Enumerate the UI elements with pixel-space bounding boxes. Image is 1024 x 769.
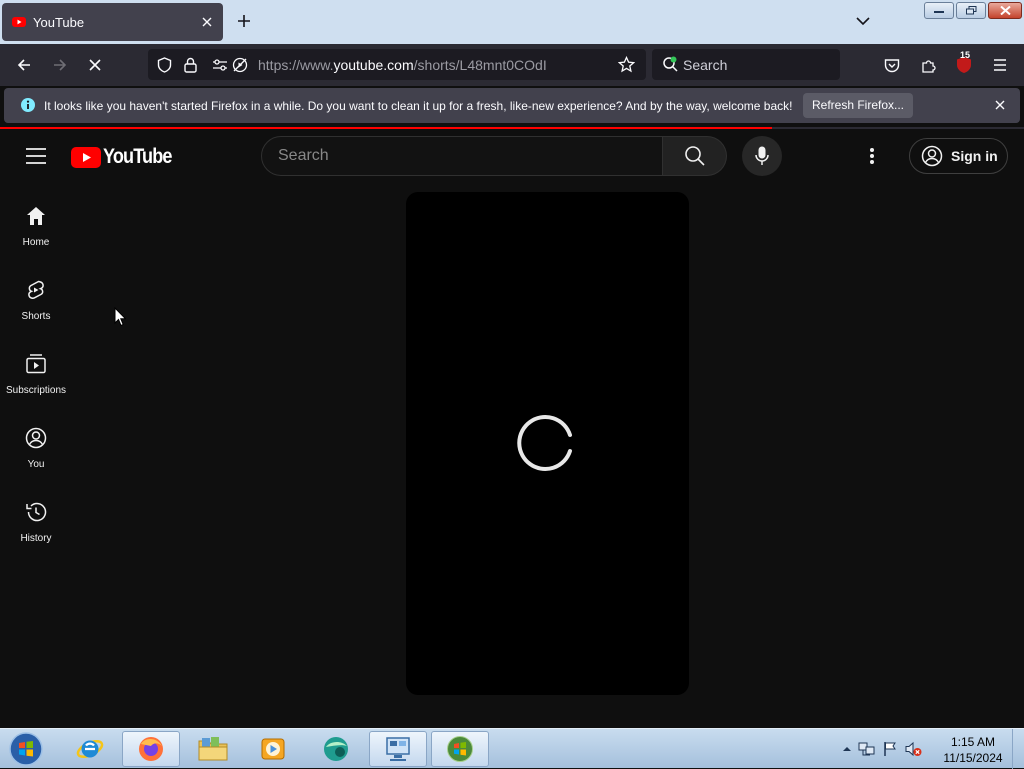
refresh-firefox-button[interactable]: Refresh Firefox... [803,93,913,118]
youtube-search-button[interactable] [663,136,727,176]
padlock-icon[interactable] [184,57,197,73]
youtube-wordmark: YouTube [103,145,172,168]
network-icon[interactable] [858,741,876,757]
back-arrow-icon[interactable] [13,54,35,76]
taskbar-windows-app[interactable] [431,731,489,767]
autoplay-blocked-icon[interactable] [232,57,248,73]
taskbar-remote-desktop[interactable] [369,731,427,767]
sidebar-item-shorts[interactable]: Shorts [0,266,72,340]
youtube-favicon-icon [12,17,26,27]
youtube-logo[interactable]: YouTube [71,145,183,169]
address-bar[interactable]: https://www.youtube.com/shorts/L48mnt0CO… [148,49,646,80]
windows-taskbar: 1:15 AM 11/15/2024 [0,728,1024,769]
shorts-video-player[interactable] [406,192,689,695]
microphone-icon [755,146,769,165]
taskbar-media-player[interactable] [244,731,302,767]
youtube-mini-guide: Home Shorts Subscriptions You History [0,192,72,562]
browser-navigation-bar: https://www.youtube.com/shorts/L48mnt0CO… [0,44,1024,86]
home-icon [27,207,45,225]
sidebar-item-label: You [27,459,45,470]
subscriptions-icon [26,354,46,374]
youtube-search-input[interactable]: Search [261,136,663,176]
volume-muted-icon[interactable] [904,741,922,757]
sidebar-item-label: Home [22,237,50,248]
folder-icon [198,737,228,761]
info-icon [20,97,36,113]
show-hidden-icons-icon[interactable] [842,745,852,753]
restore-window-button[interactable] [956,2,986,19]
sidebar-item-label: Subscriptions [5,385,67,396]
windows-start-orb-icon [9,732,43,766]
close-window-button[interactable] [988,2,1022,19]
sidebar-item-history[interactable]: History [0,488,72,562]
search-engine-icon [662,56,679,73]
bookmark-star-icon[interactable] [618,56,635,73]
taskbar-internet-explorer[interactable] [61,731,119,767]
sidebar-item-subscriptions[interactable]: Subscriptions [0,340,72,414]
green-sphere-app-icon [324,737,348,761]
voice-search-button[interactable] [742,136,782,176]
page-load-progress-fill [0,127,773,129]
list-all-tabs-chevron-icon[interactable] [855,14,871,28]
sign-in-label: Sign in [951,148,998,164]
system-tray [842,729,922,769]
firefox-icon [139,737,163,761]
sidebar-item-you[interactable]: You [0,414,72,488]
sidebar-item-home[interactable]: Home [0,192,72,266]
shorts-icon [28,280,44,299]
hamburger-menu-icon[interactable] [989,54,1011,76]
browser-tab-strip: YouTube [0,0,1024,44]
youtube-play-logo-icon [71,146,101,168]
loading-spinner-icon [515,413,575,473]
taskbar-firefox[interactable] [122,731,180,767]
url-text: https://www.youtube.com/shorts/L48mnt0CO… [258,57,547,73]
browser-search-bar[interactable]: Search [652,49,840,80]
sidebar-item-label: Shorts [21,311,51,322]
youtube-search-placeholder: Search [278,147,329,164]
windows-logo-icon [447,736,473,762]
new-tab-plus-icon[interactable] [236,13,252,29]
more-options-icon[interactable] [869,146,875,166]
stop-loading-icon[interactable] [84,54,106,76]
page-load-progress-bar [0,127,1024,129]
youtube-header: YouTube Search Sign in [0,130,1024,186]
mouse-cursor-icon [114,307,126,327]
sidebar-item-label: History [20,533,52,544]
close-notification-icon[interactable] [994,99,1006,111]
search-bar-placeholder: Search [683,57,728,73]
media-player-icon [261,738,285,760]
tracking-protection-shield-icon[interactable] [157,57,172,73]
you-icon [25,427,47,449]
remote-desktop-icon [386,737,410,761]
extensions-puzzle-icon[interactable] [918,54,940,76]
browser-tab-youtube[interactable]: YouTube [2,3,223,41]
guide-menu-icon[interactable] [25,147,47,165]
history-icon [26,502,47,522]
show-desktop-button[interactable] [1012,729,1024,769]
permissions-sliders-icon[interactable] [212,57,228,73]
clock-time: 1:15 AM [950,735,996,749]
clock-date: 11/15/2024 [943,751,1003,765]
search-icon [684,146,705,166]
pocket-icon[interactable] [881,54,903,76]
taskbar-app-sphere[interactable] [307,731,365,767]
tab-title: YouTube [33,15,85,30]
sign-in-button[interactable]: Sign in [909,138,1008,174]
refresh-firefox-notification: It looks like you haven't started Firefo… [4,88,1020,123]
taskbar-clock[interactable]: 1:15 AM 11/15/2024 [940,734,1006,766]
taskbar-file-explorer[interactable] [184,731,242,767]
extension-count-badge: 15 [960,50,971,60]
window-controls [924,2,1022,19]
action-center-flag-icon[interactable] [882,741,898,757]
close-tab-icon[interactable] [200,15,214,29]
account-circle-icon [921,145,943,167]
notification-message: It looks like you haven't started Firefo… [44,99,793,113]
start-button[interactable] [7,731,45,767]
forward-arrow-icon [49,54,71,76]
internet-explorer-icon [76,740,104,758]
minimize-window-button[interactable] [924,2,954,19]
